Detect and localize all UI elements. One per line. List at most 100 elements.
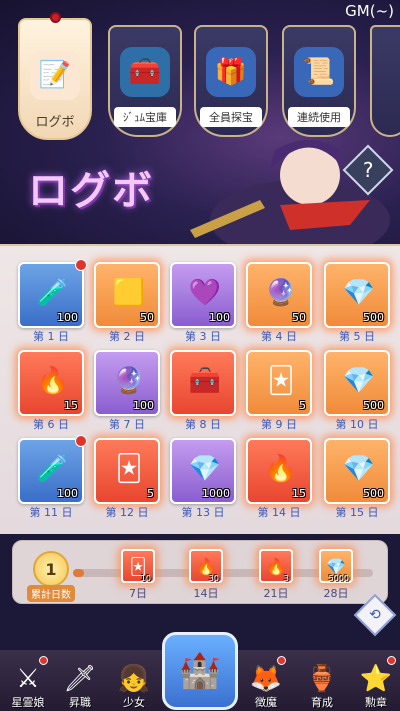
nav-medals[interactable]: ⭐ 勲章: [350, 654, 400, 710]
reward-day-label: 第 3 日: [185, 330, 221, 343]
current-days-badge: 1: [33, 551, 69, 587]
nav-home[interactable]: 🏰: [162, 632, 238, 710]
reward-day-label: 第 9 日: [261, 418, 297, 431]
reward-item-icon: 🟨: [112, 278, 146, 308]
reward-item-icon: 🃏: [267, 366, 295, 396]
reward-item-icon: 💎: [342, 454, 376, 484]
reward-cell[interactable]: 🟨 50: [94, 262, 160, 328]
reward-item-icon: 🧪: [36, 278, 70, 308]
milestone-day-label: 28日: [323, 587, 349, 600]
milestone-quantity: 10: [140, 574, 151, 583]
tab-label: ｼﾞｭﾑ宝庫: [114, 107, 176, 127]
reward-quantity: 500: [363, 311, 384, 324]
nav-icon: 🦊: [249, 664, 283, 694]
reward-day-label: 第 2 日: [109, 330, 145, 343]
nav-training[interactable]: 🏺 育成: [296, 654, 348, 710]
reward-quantity: 500: [363, 487, 384, 500]
reward-quantity: 1000: [202, 487, 230, 500]
reward-cell[interactable]: 💎 500: [324, 350, 390, 416]
reward-item-icon: 🧰: [188, 366, 222, 396]
nav-icon: ⚔: [16, 664, 40, 694]
reward-cell[interactable]: 💎 500: [324, 262, 390, 328]
page-title: ログボ: [28, 168, 154, 214]
reward-cell[interactable]: 🧪 100: [18, 435, 87, 504]
reward-item-icon: 💎: [342, 278, 376, 308]
reward-cell[interactable]: 🔥 15: [246, 438, 312, 504]
notification-dot: [387, 656, 396, 665]
nav-icon: 👧: [117, 664, 151, 694]
milestone-reward[interactable]: 🔥 3: [259, 549, 293, 583]
notification-dot: [39, 656, 48, 665]
reward-item-icon: 🔮: [264, 278, 298, 308]
nav-girls[interactable]: 👧 少女: [108, 654, 160, 710]
nav-summon[interactable]: 🦊 徴魔: [240, 654, 292, 710]
nav-promotion[interactable]: 🗡 昇職: [54, 654, 106, 710]
castle-icon: 🏰: [178, 651, 222, 691]
milestone-item-icon: 💎: [326, 556, 346, 576]
nav-spirit-girls[interactable]: ⚔ 星霊娘: [2, 654, 54, 710]
reward-cell[interactable]: 🔮 100: [94, 350, 160, 416]
reward-cell[interactable]: 🧪 100: [18, 259, 87, 328]
nav-label: 昇職: [69, 696, 91, 709]
refresh-icon: ⟲: [369, 606, 381, 623]
tab-label: 全員探宝: [200, 107, 262, 127]
reward-quantity: 5: [147, 487, 154, 500]
milestone-quantity: 5000: [328, 574, 349, 583]
reward-day-label: 第 6 日: [33, 418, 69, 431]
reward-quantity: 50: [292, 311, 306, 324]
tab-gem-vault[interactable]: 🧰 ｼﾞｭﾑ宝庫: [108, 25, 182, 137]
reward-item-icon: 💎: [342, 366, 376, 396]
progress-fill: [73, 569, 84, 577]
reward-day-label: 第 4 日: [261, 330, 297, 343]
milestone-item-icon: 🔥: [266, 556, 286, 576]
milestone-item-icon: 🔥: [196, 556, 216, 576]
tab-consecutive-use[interactable]: 📜 連続使用: [282, 25, 356, 137]
reward-item-icon: 🃏: [115, 454, 143, 484]
reward-cell[interactable]: 💜 100: [170, 262, 236, 328]
nav-label: 少女: [123, 696, 145, 709]
tab-more[interactable]: [370, 25, 400, 137]
nav-label: 星霊娘: [11, 696, 45, 709]
notification-dot: [75, 435, 87, 447]
reward-day-label: 第 12 日: [105, 506, 149, 519]
reward-quantity: 100: [57, 311, 78, 324]
milestone-quantity: 3: [283, 574, 289, 583]
tab-treasure-hunt[interactable]: 🎁 全員探宝: [194, 25, 268, 137]
reward-cell[interactable]: 🃏 5: [246, 350, 312, 416]
tab-login-bonus[interactable]: 📝 ログボ: [18, 12, 92, 140]
reward-day-label: 第 1 日: [33, 330, 69, 343]
reward-day-label: 第 5 日: [339, 330, 375, 343]
reward-cell[interactable]: 🧰: [170, 350, 236, 416]
reward-day-label: 第 7 日: [109, 418, 145, 431]
nav-label: 徴魔: [255, 696, 277, 709]
tab-label: 連続使用: [288, 107, 350, 127]
milestone-reward[interactable]: 🃏 10: [121, 549, 155, 583]
milestone-day-label: 21日: [263, 587, 289, 600]
treasure-chest-icon: 🧰: [120, 47, 170, 97]
reward-cell[interactable]: 💎 1000: [170, 438, 236, 504]
nav-label: 勲章: [365, 696, 387, 709]
reward-item-icon: 💎: [188, 454, 222, 484]
gift-box-icon: 🎁: [206, 47, 256, 97]
reward-day-label: 第 10 日: [335, 418, 379, 431]
memo-icon: 📝: [30, 50, 80, 100]
reward-cell[interactable]: 💎 500: [324, 438, 390, 504]
reward-day-label: 第 11 日: [29, 506, 73, 519]
reward-quantity: 15: [292, 487, 306, 500]
reward-quantity: 15: [64, 399, 78, 412]
reward-item-icon: 💜: [188, 278, 222, 308]
notification-dot: [277, 656, 286, 665]
pin-icon: [50, 12, 61, 23]
reward-cell[interactable]: 🔮 50: [246, 262, 312, 328]
reward-quantity: 500: [363, 399, 384, 412]
milestone-reward[interactable]: 💎 5000: [319, 549, 353, 583]
reward-item-icon: 🧪: [36, 454, 70, 484]
reward-day-label: 第 14 日: [257, 506, 301, 519]
reward-quantity: 100: [57, 487, 78, 500]
reward-item-icon: 🔥: [36, 366, 70, 396]
reward-cell[interactable]: 🃏 5: [94, 438, 160, 504]
reward-cell[interactable]: 🔥 15: [18, 350, 84, 416]
nav-icon: 🏺: [305, 664, 339, 694]
milestone-reward[interactable]: 🔥 30: [189, 549, 223, 583]
nav-icon: ⭐: [359, 664, 393, 694]
